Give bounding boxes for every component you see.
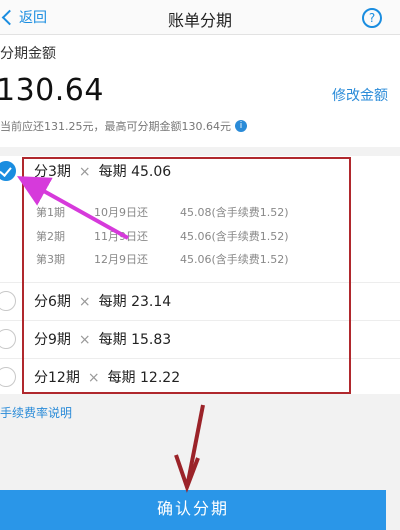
- fee-rate-link[interactable]: 手续费率说明: [0, 404, 72, 421]
- radio-unchecked-icon[interactable]: [0, 367, 16, 387]
- confirm-button[interactable]: 确认分期: [0, 490, 386, 530]
- radio-checked-icon[interactable]: [0, 161, 16, 181]
- amount-note: 当前应还131.25元，最高可分期金额130.64元 i: [0, 118, 247, 134]
- navbar: 返回 账单分期 ?: [0, 0, 400, 35]
- modify-amount-link[interactable]: 修改金额: [332, 85, 388, 105]
- radio-unchecked-icon[interactable]: [0, 291, 16, 311]
- dark-red-arrow-head: [174, 454, 200, 493]
- page-title: 账单分期: [167, 11, 232, 30]
- amount-note-text: 当前应还131.25元，最高可分期金额130.64元: [0, 120, 231, 133]
- annotation-highlight-box: [22, 157, 351, 394]
- amount-value: 130.64: [0, 73, 104, 108]
- help-icon[interactable]: ?: [362, 8, 382, 28]
- radio-unchecked-icon[interactable]: [0, 329, 16, 349]
- amount-panel: 分期金额 130.64 修改金额 当前应还131.25元，最高可分期金额130.…: [0, 35, 400, 147]
- dark-red-arrow: [186, 404, 205, 483]
- info-icon[interactable]: i: [234, 120, 247, 132]
- amount-label: 分期金额: [0, 46, 56, 62]
